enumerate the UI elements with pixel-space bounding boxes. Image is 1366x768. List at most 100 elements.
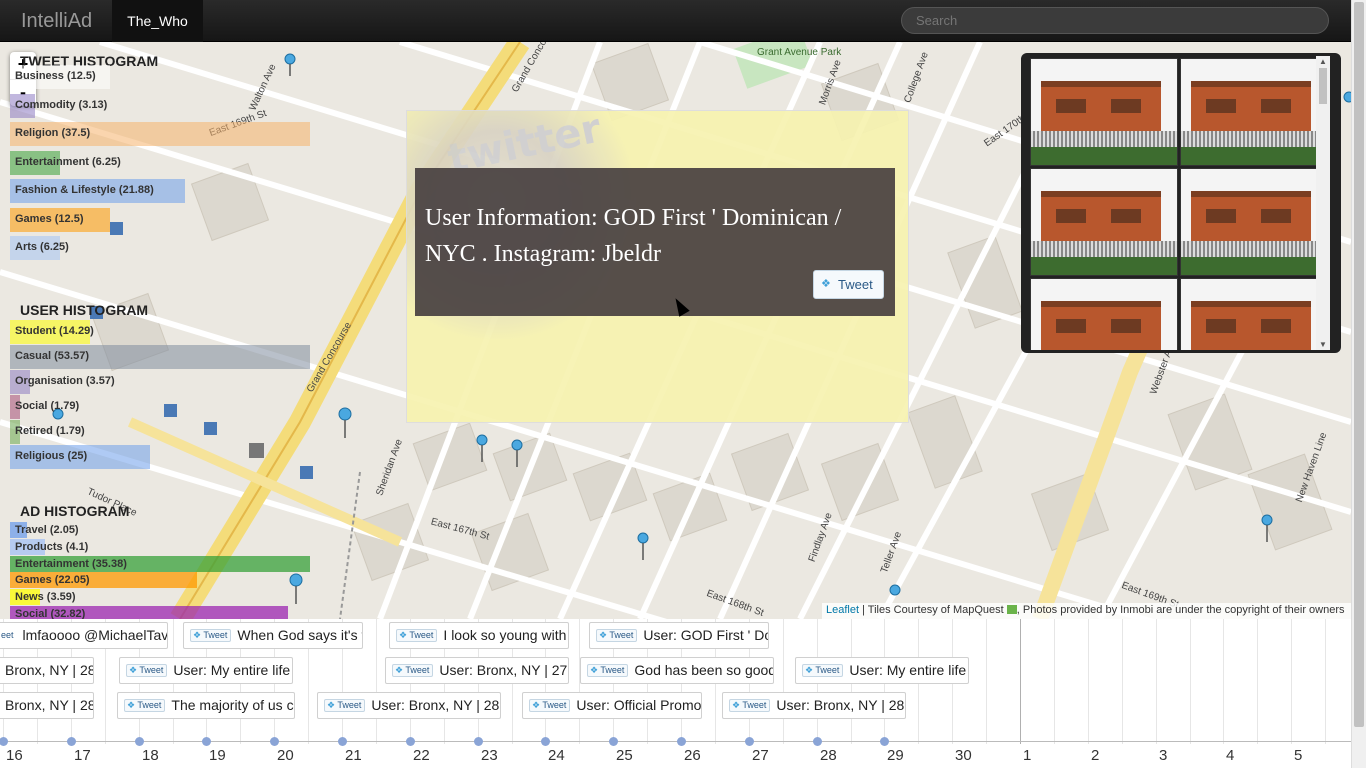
tweet-badge: ❖ Tweet <box>396 629 438 642</box>
tweet-badge: ❖ Tweet <box>802 664 844 677</box>
bar-label: Games (22.05) <box>15 574 90 587</box>
bar-label: Religion (37.5) <box>15 127 91 139</box>
timeline-axis-label: 26 <box>684 747 701 764</box>
timeline-gridline <box>1190 619 1191 744</box>
timeline-axis-label: 19 <box>209 747 226 764</box>
timeline-axis-label: 20 <box>277 747 294 764</box>
tweet-badge-label: Tweet <box>600 665 625 675</box>
timeline-event-dot[interactable] <box>270 737 279 746</box>
tweet-badge: ❖ Tweet <box>596 629 638 642</box>
timeline-event-dot[interactable] <box>609 737 618 746</box>
timeline-gridline <box>783 619 784 744</box>
timeline-tweet-item[interactable]: ❖ Tweet The majority of us c <box>117 692 295 719</box>
timeline-tweet-text: User: My entire life <box>173 662 291 678</box>
tweet-badge: ❖ Tweet <box>529 699 571 712</box>
timeline-tweet-item[interactable]: ❖ Tweet User: Bronx, NY | 28 <box>317 692 501 719</box>
timeline-event-dot[interactable] <box>0 737 8 746</box>
tweet-badge-label: Tweet <box>405 665 430 675</box>
timeline-tweet-item[interactable]: eet lmfaoooo @MichaelTav <box>0 622 168 649</box>
bar-label: Religious (25) <box>15 450 88 462</box>
timeline-tweet-item[interactable]: ❖ Tweet God has been so good <box>580 657 774 684</box>
timeline-event-dot[interactable] <box>338 737 347 746</box>
bar-label: Entertainment (6.25) <box>15 155 121 168</box>
tweet-badge: ❖ Tweet <box>729 699 771 712</box>
brand-logo[interactable]: IntelliAd <box>21 10 92 33</box>
timeline-tweet-text: When God says it's t <box>237 627 363 643</box>
timeline-axis-label: 1 <box>1023 747 1032 764</box>
twitter-bird-icon: ❖ <box>399 630 410 640</box>
page-scrollbar[interactable] <box>1351 0 1366 768</box>
timeline-tweet-item[interactable]: ❖ Tweet User: My entire life <box>119 657 293 684</box>
timeline-event-dot[interactable] <box>406 737 415 746</box>
timeline-gridline <box>1054 619 1055 744</box>
timeline-event-dot[interactable] <box>813 737 822 746</box>
timeline-tweet-item[interactable]: ❖ Tweet User: Bronx, NY | 27 <box>385 657 569 684</box>
tweet-badge-label: Tweet <box>542 700 567 710</box>
timeline-tweet-item[interactable]: ❖ Tweet User: Official Promo <box>522 692 702 719</box>
bar-label: Fashion & Lifestyle (21.88) <box>15 184 154 196</box>
timeline-event-dot[interactable] <box>541 737 550 746</box>
tweet-button-label: Tweet <box>838 277 873 292</box>
timeline-event-dot[interactable] <box>880 737 889 746</box>
ad-photo[interactable] <box>1030 168 1178 276</box>
bar-label: Products (4.1) <box>15 540 89 553</box>
timeline-tweet-item[interactable]: ❖ Tweet User: Bronx, NY | 28 <box>722 692 906 719</box>
attribution-text-2: , Photos provided by Inmobi are under th… <box>1016 604 1345 616</box>
bar-label: Student (14.29) <box>15 325 94 337</box>
tweet-button[interactable]: ❖ Tweet <box>813 270 884 299</box>
photo-panel-scrollbar[interactable]: ▲ ▼ <box>1316 56 1330 350</box>
timeline-tweet-item[interactable]: ❖ Tweet User: My entire life <box>795 657 969 684</box>
tweet-badge: ❖ Tweet <box>126 664 168 677</box>
mapquest-icon <box>1006 605 1017 614</box>
timeline-axis-label: 24 <box>548 747 565 764</box>
timeline-tweet-text: User: Bronx, NY | 27 <box>439 662 568 678</box>
search-input[interactable] <box>901 7 1329 34</box>
photo-panel <box>1021 53 1341 353</box>
tweet-badge-label: Tweet <box>203 630 228 640</box>
map-label-park: Grant Avenue Park <box>757 47 842 58</box>
timeline-tweet-text: I look so young with <box>443 627 567 643</box>
timeline-axis-label: 18 <box>142 747 159 764</box>
twitter-bird-icon: ❖ <box>732 700 743 710</box>
timeline-tweet-item[interactable]: Bronx, NY | 28 <box>0 657 94 684</box>
scroll-down-icon[interactable]: ▼ <box>1319 340 1327 349</box>
timeline-tweet-text: Bronx, NY | 28 <box>5 662 94 678</box>
attribution-text: | Tiles Courtesy of MapQuest <box>859 604 1007 616</box>
tab-the-who[interactable]: The_Who <box>112 0 203 42</box>
timeline-tweet-text: User: Official Promo <box>576 697 702 713</box>
timeline-tweet-text: lmfaoooo @MichaelTav <box>22 627 168 643</box>
scroll-thumb[interactable] <box>1319 68 1327 104</box>
ad-photo[interactable] <box>1030 278 1178 350</box>
timeline-tweet-item[interactable]: Bronx, NY | 28 <box>0 692 94 719</box>
twitter-bird-icon: ❖ <box>129 665 140 675</box>
ad-photo[interactable] <box>1030 58 1178 166</box>
tweet-badge: eet <box>1 630 14 640</box>
twitter-bird-icon: ❖ <box>532 700 543 710</box>
ad-photo[interactable] <box>1180 168 1318 276</box>
timeline-tweet-item[interactable]: ❖ Tweet User: GOD First ' Do <box>589 622 769 649</box>
ad-histogram-title: AD HISTOGRAM <box>20 503 130 519</box>
timeline-tweet-item[interactable]: ❖ Tweet I look so young with <box>389 622 569 649</box>
ad-photo[interactable] <box>1180 58 1318 166</box>
timeline-axis-label: 21 <box>345 747 362 764</box>
timeline-event-dot[interactable] <box>474 737 483 746</box>
timeline-gridline <box>1122 619 1123 744</box>
timeline-event-dot[interactable] <box>135 737 144 746</box>
timeline-axis-label: 25 <box>616 747 633 764</box>
timeline[interactable]: 16 17 18 19 20 21 22 23 24 25 26 27 28 29 30 1 2 3 4 5 eet l… <box>0 619 1351 768</box>
leaflet-link[interactable]: Leaflet <box>826 604 859 616</box>
timeline-event-dot[interactable] <box>202 737 211 746</box>
tweet-badge: ❖ Tweet <box>392 664 434 677</box>
timeline-event-dot[interactable] <box>677 737 686 746</box>
twitter-bird-icon: ❖ <box>193 630 204 640</box>
scroll-up-icon[interactable]: ▲ <box>1319 57 1327 66</box>
timeline-tweet-item[interactable]: ❖ Tweet When God says it's t <box>183 622 363 649</box>
bar-label: Commodity (3.13) <box>15 98 108 111</box>
user-info-text: User Information: GOD First ' Dominican … <box>425 205 842 267</box>
timeline-axis-label: 3 <box>1159 747 1168 764</box>
bar-label: Organisation (3.57) <box>15 375 115 387</box>
timeline-event-dot[interactable] <box>67 737 76 746</box>
ad-photo[interactable] <box>1180 278 1318 350</box>
page-scroll-thumb[interactable] <box>1354 2 1364 727</box>
timeline-event-dot[interactable] <box>745 737 754 746</box>
